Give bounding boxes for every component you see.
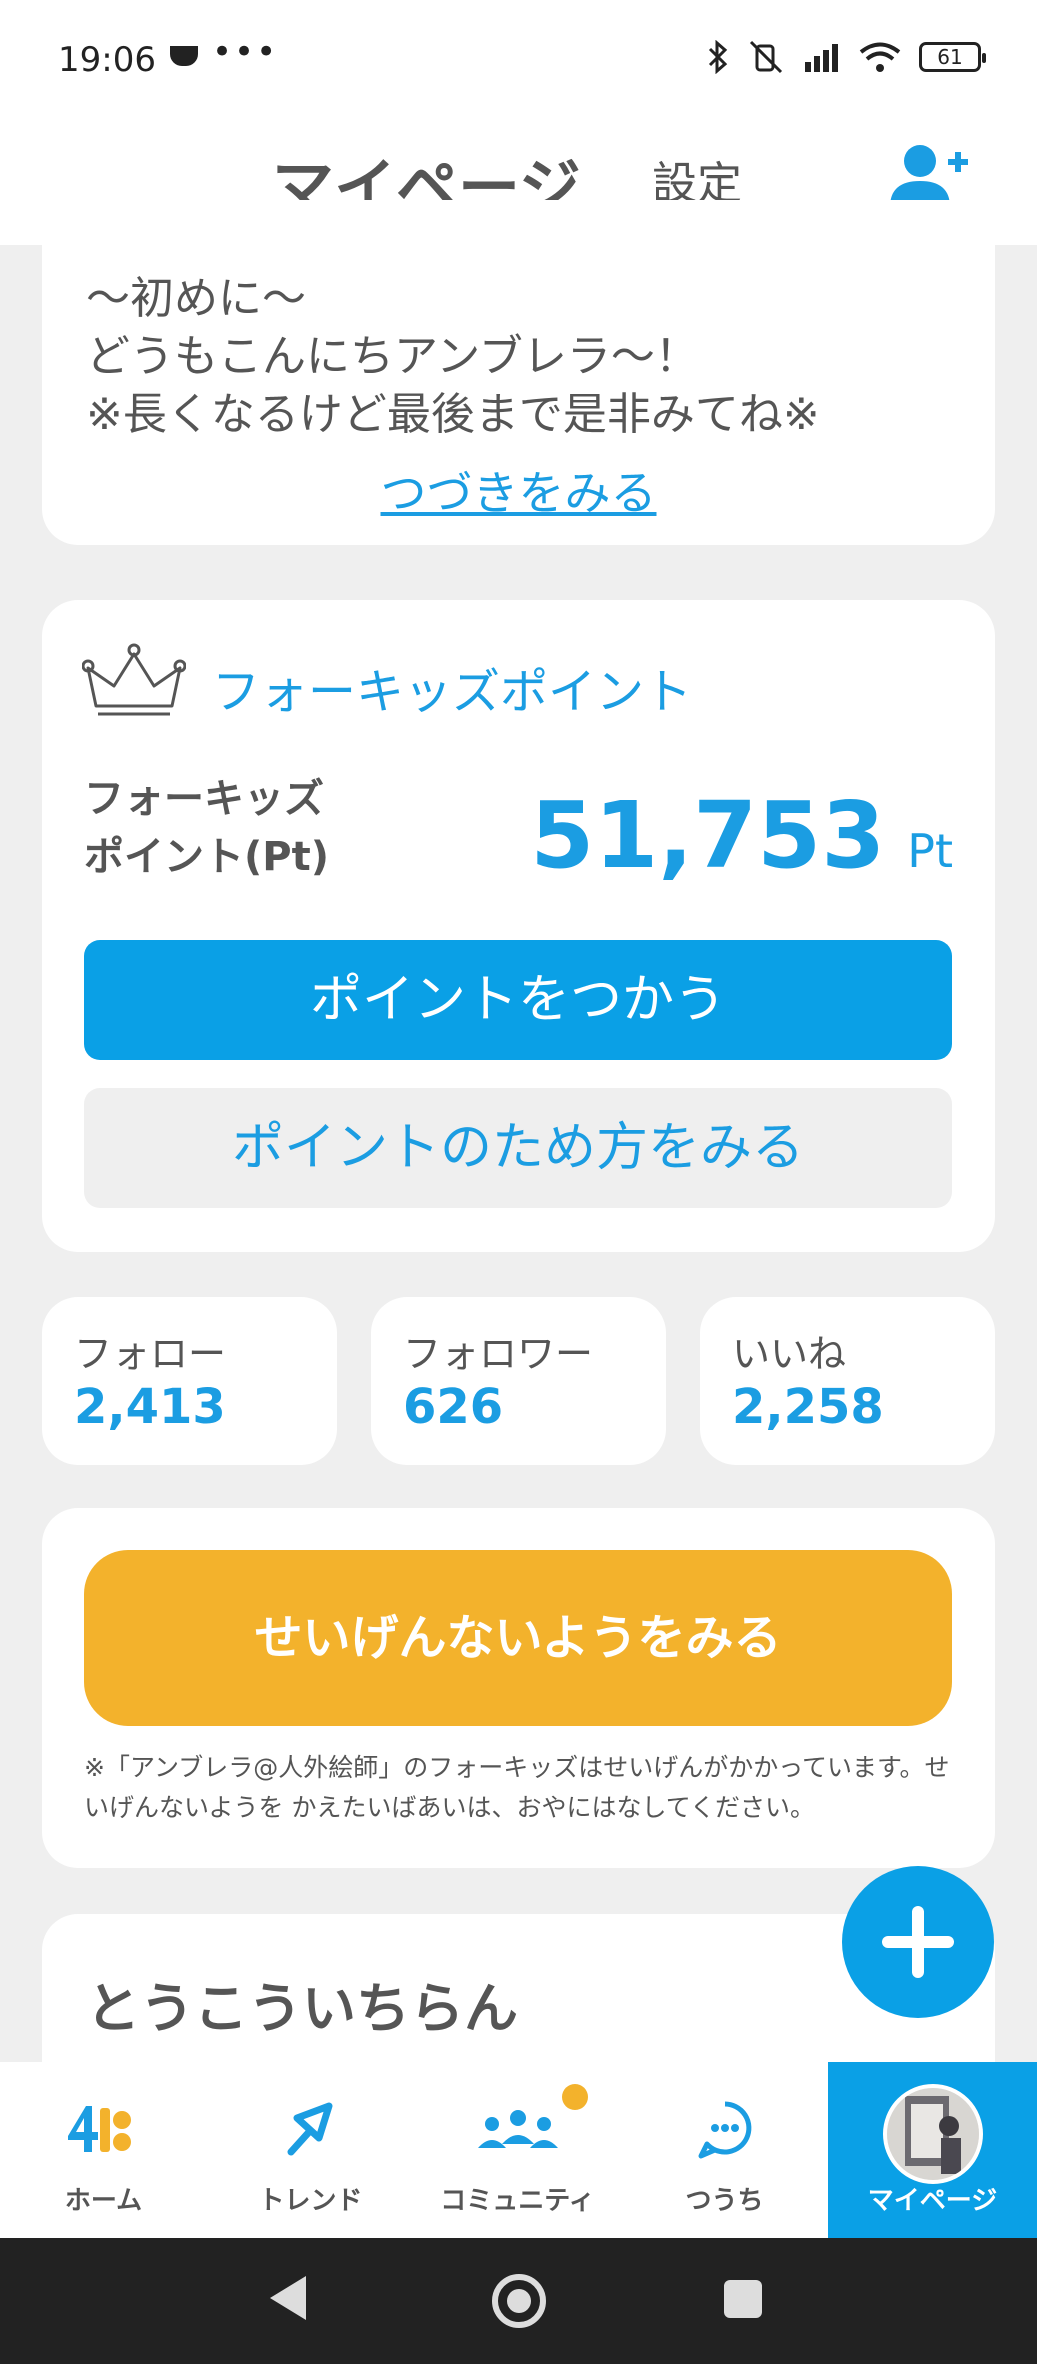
notification-icon — [698, 2101, 751, 2159]
likes-stat-card[interactable]: いいね 2,258 — [700, 1297, 995, 1465]
wifi-icon — [859, 42, 901, 72]
posts-title: とうこういちらん — [86, 1977, 518, 2040]
view-restrictions-button[interactable]: せいげんないようをみる — [84, 1550, 952, 1726]
points-heading: フォーキッズポイント — [212, 664, 693, 720]
restrictions-card: せいげんないようをみる ※「アンブレラ@人外絵師」のフォーキッズはせいげんがかか… — [42, 1508, 995, 1868]
how-to-earn-points-button[interactable]: ポイントのため方をみる — [84, 1088, 952, 1208]
nav-label: トレンド — [258, 2186, 363, 2216]
stat-value: 2,413 — [74, 1379, 226, 1435]
bluetooth-icon — [708, 40, 728, 74]
bio-line: ※長くなるけど最後まで是非みてね※ — [86, 389, 820, 440]
status-icons: 61 — [707, 40, 986, 74]
points-value: 51,753 — [530, 782, 886, 889]
coffee-icon — [170, 46, 198, 66]
nav-label: ホーム — [64, 2186, 143, 2216]
stat-label: フォロワー — [403, 1332, 594, 1376]
stat-value: 626 — [403, 1379, 504, 1435]
restrictions-note: ※「アンブレラ@人外絵師」のフォーキッズはせいげんがかかっています。せいげんない… — [84, 1753, 950, 1822]
community-icon — [477, 2110, 558, 2148]
vibrate-off-icon — [749, 40, 783, 74]
use-points-button[interactable]: ポイントをつかう — [84, 940, 952, 1060]
points-unit: Pt — [907, 824, 953, 878]
nav-label: つうち — [685, 2186, 764, 2216]
avatar-image — [886, 2088, 979, 2180]
trend-icon — [287, 2102, 332, 2156]
stat-value: 2,258 — [732, 1379, 884, 1435]
bio-text: 〜初めに〜 どうもこんにちアンブレラ〜！ ※長くなるけど最後まで是非みてね※ — [86, 270, 966, 458]
stat-label: いいね — [732, 1332, 847, 1376]
nav-community[interactable]: コミュニティ — [414, 2062, 621, 2238]
avatar — [882, 2084, 983, 2184]
stat-label: フォロー — [74, 1332, 227, 1376]
home-button-icon[interactable] — [492, 2274, 546, 2328]
nav-trend[interactable]: トレンド — [207, 2062, 414, 2238]
bio-line: 〜初めに〜 — [86, 273, 306, 324]
bio-line: どうもこんにちアンブレラ〜！ — [86, 331, 699, 382]
points-card: フォーキッズポイント フォーキッズ ポイント(Pt) 51,753 Pt ポイン… — [42, 600, 995, 1252]
follower-stat-card[interactable]: フォロワー 626 — [371, 1297, 666, 1465]
nav-label: コミュニティ — [440, 2186, 595, 2216]
create-post-button[interactable] — [842, 1866, 994, 2018]
nav-mypage[interactable]: マイページ — [828, 2062, 1037, 2238]
follow-stat-card[interactable]: フォロー 2,413 — [42, 1297, 337, 1465]
read-more-link[interactable]: つづきをみる — [42, 457, 995, 523]
bottom-nav: ホーム トレンド コミュニティ つうち マイページ — [0, 2062, 1037, 2238]
back-icon[interactable] — [270, 2276, 306, 2320]
recent-apps-icon[interactable] — [724, 2280, 762, 2318]
home-icon — [67, 2106, 131, 2152]
nav-label: マイページ — [867, 2186, 998, 2216]
points-label-line: ポイント(Pt) — [84, 834, 329, 880]
more-notifications-icon: ••• — [212, 32, 279, 72]
crown-icon — [82, 643, 186, 716]
points-label: フォーキッズ ポイント(Pt) — [84, 770, 329, 886]
points-value-group: 51,753 Pt — [530, 782, 953, 889]
nav-notifications[interactable]: つうち — [621, 2062, 828, 2238]
system-nav-bar — [0, 2238, 1037, 2364]
bio-card: 〜初めに〜 どうもこんにちアンブレラ〜！ ※長くなるけど最後まで是非みてね※ つ… — [42, 200, 995, 545]
signal-icon — [805, 44, 838, 72]
status-time: 19:06 — [58, 40, 156, 80]
status-bar: 19:06 ••• 61 — [0, 0, 1037, 115]
points-label-line: フォーキッズ — [84, 776, 324, 822]
battery-icon: 61 — [919, 42, 986, 72]
nav-home[interactable]: ホーム — [0, 2062, 207, 2238]
community-badge-dot — [562, 2084, 588, 2110]
